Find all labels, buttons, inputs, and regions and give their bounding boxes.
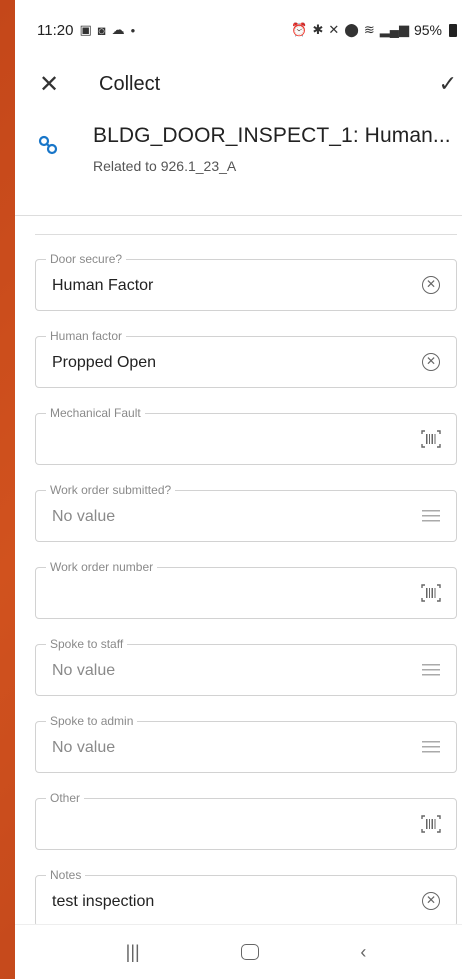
bluetooth-icon: ✱ — [312, 22, 324, 37]
back-icon[interactable]: ‹ — [360, 942, 366, 963]
list-icon[interactable] — [420, 505, 442, 527]
cloud-icon: ☁ — [111, 22, 125, 37]
dot-icon: • — [130, 22, 136, 38]
link-icon — [37, 124, 79, 162]
field-label: Spoke to staff — [46, 637, 128, 651]
barcode-icon[interactable] — [420, 428, 442, 450]
field-value[interactable]: Human Factor — [52, 277, 153, 295]
submit-check-icon[interactable]: ✓ — [439, 71, 457, 97]
clear-icon[interactable]: ✕ — [420, 274, 442, 296]
field-label: Work order number — [46, 560, 158, 574]
field-label: Door secure? — [46, 252, 127, 266]
field-value[interactable]: Propped Open — [52, 354, 156, 372]
close-icon[interactable]: ✕ — [39, 70, 79, 99]
form: Door secure? Human Factor ✕ Human factor Pro… — [15, 252, 462, 927]
field-value[interactable]: No value — [52, 739, 115, 757]
form-field[interactable]: Spoke to staff No value — [35, 637, 457, 696]
status-left: 11:20 ▣ ◙ ☁ • — [37, 22, 135, 39]
image-icon: ▣ — [79, 22, 92, 37]
wifi-icon: ≋ — [363, 22, 375, 37]
divider — [35, 234, 457, 235]
form-field[interactable]: Other — [35, 791, 457, 850]
signal-icon: ▂▄▆ — [379, 22, 409, 37]
field-label: Work order submitted? — [46, 483, 176, 497]
feature-subtitle: Related to 926.1_23_A — [93, 158, 237, 174]
barcode-icon[interactable] — [420, 582, 442, 604]
toolbar: ✕ Collect ✓ — [15, 60, 462, 108]
field-value[interactable]: No value — [52, 508, 115, 526]
phone-screen: 11:20 ▣ ◙ ☁ • ⏰ ✱ ✕ ⬤ ≋ ▂▄▆ 95% ✕ Collec… — [15, 0, 462, 979]
list-icon[interactable] — [420, 736, 442, 758]
feature-header: BLDG_DOOR_INSPECT_1: Human... Related to… — [15, 108, 462, 216]
status-bar: 11:20 ▣ ◙ ☁ • ⏰ ✱ ✕ ⬤ ≋ ▂▄▆ 95% — [15, 0, 462, 60]
form-field[interactable]: Work order number — [35, 560, 457, 619]
form-field[interactable]: Mechanical Fault — [35, 406, 457, 465]
page-title: Collect — [99, 72, 161, 95]
location-icon: ⬤ — [344, 22, 359, 37]
field-label: Spoke to admin — [46, 714, 138, 728]
status-right: ⏰ ✱ ✕ ⬤ ≋ ▂▄▆ 95% — [291, 22, 457, 38]
mute-icon: ✕ — [328, 22, 340, 37]
feature-text: BLDG_DOOR_INSPECT_1: Human... Related to… — [93, 124, 457, 174]
navigation-bar: ||| ‹ — [15, 924, 462, 979]
list-icon[interactable] — [420, 659, 442, 681]
form-field[interactable]: Work order submitted? No value — [35, 483, 457, 542]
form-field[interactable]: Human factor Propped Open ✕ — [35, 329, 457, 388]
field-label: Notes — [46, 868, 86, 882]
form-field[interactable]: Notes test inspection ✕ — [35, 868, 457, 927]
home-icon[interactable] — [241, 944, 259, 960]
alarm-icon: ⏰ — [291, 22, 308, 37]
notification-icon: ◙ — [97, 22, 106, 38]
clear-icon[interactable]: ✕ — [420, 351, 442, 373]
form-field[interactable]: Door secure? Human Factor ✕ — [35, 252, 457, 311]
field-label: Mechanical Fault — [46, 406, 145, 420]
field-value[interactable]: No value — [52, 662, 115, 680]
field-label: Human factor — [46, 329, 127, 343]
field-value[interactable]: test inspection — [52, 893, 154, 911]
battery-percent: 95% — [413, 22, 442, 38]
status-time: 11:20 — [37, 21, 74, 39]
form-field[interactable]: Spoke to admin No value — [35, 714, 457, 773]
field-label: Other — [46, 791, 85, 805]
barcode-icon[interactable] — [420, 813, 442, 835]
clear-icon[interactable]: ✕ — [420, 890, 442, 912]
feature-title: BLDG_DOOR_INSPECT_1: Human... — [93, 124, 451, 147]
battery-icon — [449, 23, 457, 37]
recent-apps-icon[interactable]: ||| — [126, 942, 140, 963]
